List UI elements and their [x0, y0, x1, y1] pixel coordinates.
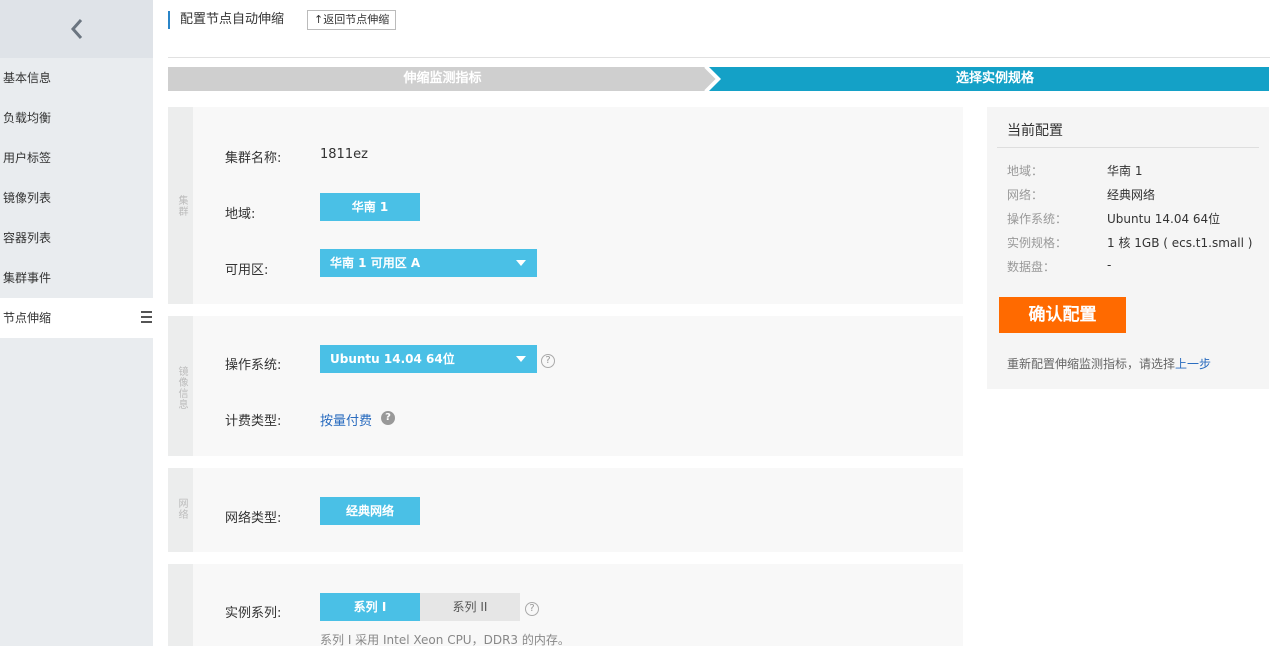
- sidebar-item-user-tags[interactable]: 用户标签: [0, 138, 153, 178]
- network-panel: 网络 网络类型: 经典网络: [168, 468, 963, 552]
- summary-key: 实例规格：: [1007, 236, 1068, 250]
- help-icon[interactable]: ?: [525, 602, 539, 616]
- page-title: 配置节点自动伸缩: [168, 11, 284, 29]
- section-tab-network: 网络: [168, 468, 193, 552]
- step-progress: 伸缩监测指标 选择实例规格: [168, 67, 1269, 91]
- section-tab-instance: [168, 564, 193, 646]
- sidebar-item-node-scaling[interactable]: 节点伸缩: [0, 298, 153, 338]
- hint-text: 重新配置伸缩监测指标，请选择: [1007, 357, 1176, 371]
- summary-value: -: [1107, 258, 1112, 272]
- summary-key: 操作系统：: [1007, 212, 1068, 226]
- sidebar-item-label: 镜像列表: [3, 191, 52, 205]
- network-type-label: 网络类型:: [225, 511, 282, 526]
- page-header: 配置节点自动伸缩 ↑返回节点伸缩: [168, 8, 1270, 58]
- billing-type-link[interactable]: 按量付费: [320, 410, 372, 429]
- os-label: 操作系统:: [225, 358, 282, 373]
- reconfigure-hint: 重新配置伸缩监测指标，请选择上一步: [1007, 355, 1211, 372]
- series-1-button[interactable]: 系列 I: [320, 593, 420, 621]
- help-icon[interactable]: ?: [541, 354, 555, 368]
- current-config-panel: 当前配置 地域： 华南 1 网络： 经典网络 操作系统： Ubuntu 14.0…: [987, 107, 1269, 389]
- instance-series-label: 实例系列:: [225, 606, 282, 621]
- confirm-config-button[interactable]: 确认配置: [999, 297, 1126, 333]
- instance-panel: 实例系列: 系列 I 系列 II ? 系列 I 采用 Intel Xeon CP…: [168, 564, 963, 646]
- sidebar-item-label: 节点伸缩: [3, 311, 52, 325]
- sidebar: 基本信息 负载均衡 用户标签 镜像列表 容器列表 集群事件 节点伸缩: [0, 0, 153, 646]
- chevron-left-icon: [70, 19, 82, 39]
- return-node-scaling-button[interactable]: ↑返回节点伸缩: [307, 10, 397, 30]
- sidebar-item-label: 负载均衡: [3, 111, 52, 125]
- billing-label: 计费类型:: [225, 414, 282, 429]
- caret-down-icon: [516, 356, 526, 362]
- zone-label: 可用区:: [225, 263, 269, 278]
- sidebar-menu: 基本信息 负载均衡 用户标签 镜像列表 容器列表 集群事件 节点伸缩: [0, 58, 153, 338]
- region-button[interactable]: 华南 1: [320, 193, 420, 221]
- sidebar-item-label: 容器列表: [3, 231, 52, 245]
- image-panel: 镜像信息 操作系统: Ubuntu 14.04 64位 ? 计费类型: 按量付费…: [168, 316, 963, 456]
- menu-icon[interactable]: [141, 311, 152, 324]
- sidebar-item-label: 集群事件: [3, 271, 52, 285]
- summary-value: 1 核 1GB ( ecs.t1.small ): [1107, 236, 1253, 250]
- step-2-label: 选择实例规格: [955, 71, 1034, 86]
- zone-select-value: 华南 1 可用区 A: [330, 256, 421, 270]
- zone-select[interactable]: 华南 1 可用区 A: [320, 249, 537, 277]
- series-2-button[interactable]: 系列 II: [420, 593, 520, 621]
- divider: [997, 147, 1259, 148]
- series-note: 系列 I 采用 Intel Xeon CPU，DDR3 的内存。: [320, 633, 570, 646]
- caret-down-icon: [516, 260, 526, 266]
- summary-key: 地域：: [1007, 164, 1044, 178]
- step-1-label: 伸缩监测指标: [403, 71, 482, 86]
- sidebar-item-label: 基本信息: [3, 71, 52, 85]
- previous-step-link[interactable]: 上一步: [1175, 357, 1211, 371]
- section-tab-cluster: 集群: [168, 107, 193, 304]
- os-select-value: Ubuntu 14.04 64位: [330, 352, 455, 366]
- summary-key: 数据盘：: [1007, 260, 1056, 274]
- region-label: 地域:: [225, 207, 256, 222]
- help-icon[interactable]: ?: [381, 411, 395, 425]
- cluster-name-value: 1811ez: [320, 147, 368, 162]
- os-select[interactable]: Ubuntu 14.04 64位: [320, 345, 537, 373]
- summary-key: 网络：: [1007, 188, 1044, 202]
- network-type-button[interactable]: 经典网络: [320, 497, 420, 525]
- cluster-name-label: 集群名称:: [225, 151, 282, 166]
- section-tab-image: 镜像信息: [168, 316, 193, 456]
- summary-value: 经典网络: [1107, 188, 1156, 202]
- sidebar-item-basic-info[interactable]: 基本信息: [0, 58, 153, 98]
- sidebar-item-container-list[interactable]: 容器列表: [0, 218, 153, 258]
- back-button[interactable]: [0, 0, 153, 58]
- cluster-panel: 集群 集群名称: 1811ez 地域: 华南 1 可用区: 华南 1 可用区 A: [168, 107, 963, 304]
- section-tab-label: 镜像信息: [176, 366, 187, 410]
- section-tab-label: 网络: [176, 498, 187, 520]
- sidebar-item-label: 用户标签: [3, 151, 52, 165]
- sidebar-item-image-list[interactable]: 镜像列表: [0, 178, 153, 218]
- sidebar-item-cluster-events[interactable]: 集群事件: [0, 258, 153, 298]
- sidebar-item-load-balancing[interactable]: 负载均衡: [0, 98, 153, 138]
- summary-value: 华南 1: [1107, 164, 1143, 178]
- section-tab-label: 集群: [176, 195, 187, 217]
- current-config-title: 当前配置: [1007, 123, 1063, 139]
- summary-value: Ubuntu 14.04 64位: [1107, 212, 1221, 226]
